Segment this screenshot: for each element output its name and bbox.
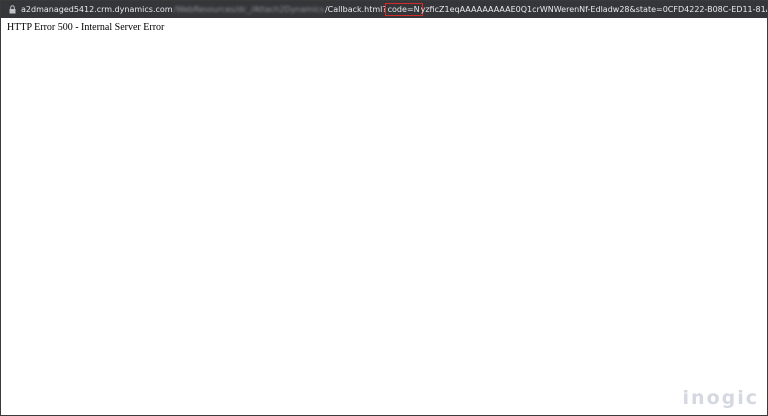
url-visible-path: /Callback.html? (324, 5, 387, 14)
address-bar[interactable]: a2dmanaged5412.crm.dynamics.com /WebReso… (1, 1, 767, 18)
error-message: HTTP Error 500 - Internal Server Error (7, 22, 165, 33)
url-query-rest: yzficZ1eqAAAAAAAAAE0Q1crWNWerenNf-Edladw… (420, 5, 767, 14)
url-code-highlight: code=N (384, 3, 423, 16)
watermark-logo: inogic (682, 387, 759, 409)
url-host: a2dmanaged5412.crm.dynamics.com (21, 5, 173, 14)
browser-window: a2dmanaged5412.crm.dynamics.com /WebReso… (0, 0, 768, 416)
lock-icon (9, 5, 16, 14)
url-blurred-path: /WebResources/dc_/Attach2Dynamics (173, 5, 324, 14)
page-content: HTTP Error 500 - Internal Server Error (7, 22, 164, 33)
